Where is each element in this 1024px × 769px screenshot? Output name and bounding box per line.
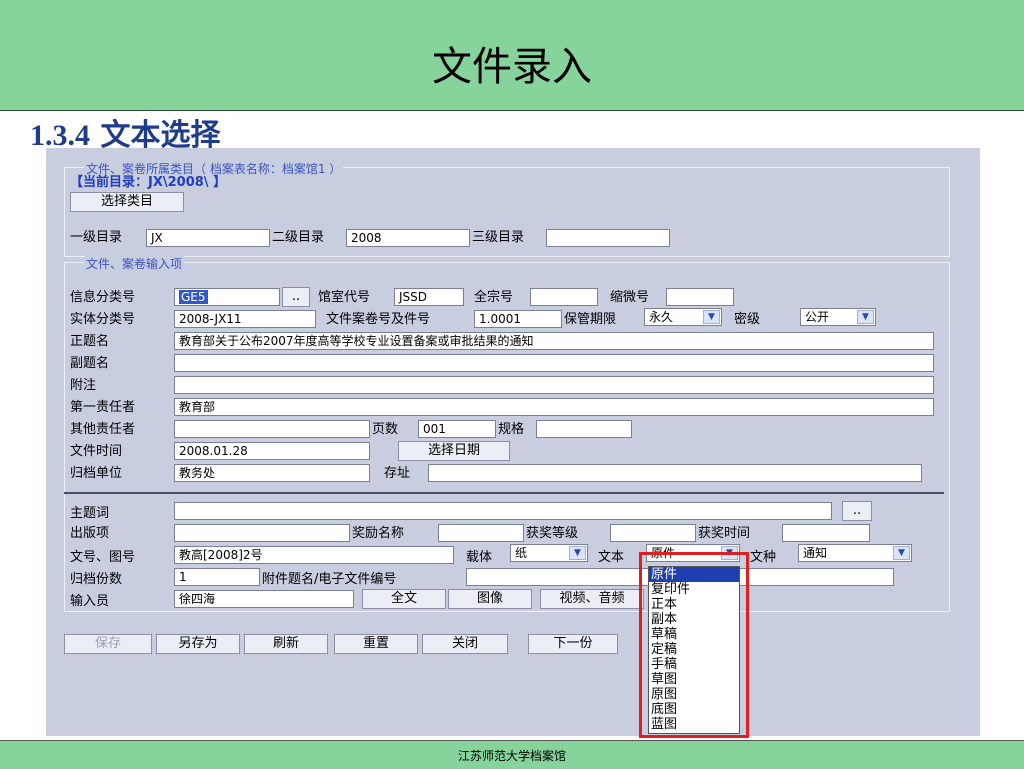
subtitle-label: 副题名 <box>70 356 110 371</box>
entity-class-label: 实体分类号 <box>70 312 136 327</box>
info-class-label: 信息分类号 <box>70 290 136 305</box>
select-category-button[interactable]: 选择类目 <box>70 192 184 212</box>
chevron-down-icon[interactable]: ▼ <box>703 310 720 324</box>
chevron-down-icon[interactable]: ▼ <box>893 546 910 560</box>
fonds-input[interactable] <box>530 288 598 306</box>
award-name-label: 奖励名称 <box>352 526 405 541</box>
level2-label: 二级目录 <box>272 230 325 245</box>
level3-label: 三级目录 <box>472 230 525 245</box>
secrecy-select[interactable]: 公开 ▼ <box>800 308 876 326</box>
subject-label: 主题词 <box>70 506 110 521</box>
video-audio-button[interactable]: 视频、音频 <box>540 589 644 609</box>
award-time-label: 获奖时间 <box>698 526 751 541</box>
first-resp-label: 第一责任者 <box>70 400 136 415</box>
entity-class-input[interactable]: 2008-JX11 <box>174 310 316 328</box>
micro-input[interactable] <box>666 288 734 306</box>
save-button[interactable]: 保存 <box>64 634 152 654</box>
level3-input[interactable] <box>546 229 670 247</box>
attach-label: 附件题名/电子文件编号 <box>262 572 397 587</box>
subject-browse-button[interactable]: .. <box>842 501 872 521</box>
note-label: 附注 <box>70 378 97 393</box>
copies-input[interactable]: 1 <box>174 568 260 586</box>
carrier-label: 载体 <box>466 550 493 565</box>
reset-button[interactable]: 重置 <box>334 634 418 654</box>
carrier-select[interactable]: 纸 ▼ <box>510 544 588 562</box>
other-resp-input[interactable] <box>174 420 370 438</box>
fonds-label: 全宗号 <box>474 290 514 305</box>
doc-no-input[interactable]: 教高[2008]2号 <box>174 546 454 564</box>
note-input[interactable] <box>174 376 934 394</box>
fulltext-button[interactable]: 全文 <box>362 589 446 609</box>
pages-input[interactable]: 001 <box>418 420 496 438</box>
retention-select[interactable]: 永久 ▼ <box>644 308 722 326</box>
secrecy-value: 公开 <box>805 310 830 324</box>
highlight-box <box>639 552 749 738</box>
inputter-label: 输入员 <box>70 594 110 609</box>
subtitle-input[interactable] <box>174 354 934 372</box>
image-button[interactable]: 图像 <box>448 589 532 609</box>
first-resp-input[interactable]: 教育部 <box>174 398 934 416</box>
pages-label: 页数 <box>372 422 399 437</box>
chevron-down-icon[interactable]: ▼ <box>569 546 586 560</box>
location-input[interactable] <box>428 464 922 482</box>
slide-title: 文件录入 <box>432 44 592 90</box>
title-input[interactable]: 教育部关于公布2007年度高等学校专业设置备案或审批结果的通知 <box>174 332 934 350</box>
close-button[interactable]: 关闭 <box>422 634 508 654</box>
room-code-input[interactable]: JSSD <box>394 288 464 306</box>
input-group-legend: 文件、案卷输入项 <box>84 255 185 272</box>
award-time-input[interactable] <box>782 524 870 542</box>
save-as-button[interactable]: 另存为 <box>156 634 240 654</box>
retention-value: 永久 <box>649 310 674 324</box>
award-name-input[interactable] <box>438 524 524 542</box>
doc-type-value: 通知 <box>803 546 828 560</box>
title-label: 正题名 <box>70 334 110 349</box>
spec-label: 规格 <box>498 422 525 437</box>
doc-type-select[interactable]: 通知 ▼ <box>798 544 912 562</box>
publish-input[interactable] <box>174 524 350 542</box>
refresh-button[interactable]: 刷新 <box>244 634 328 654</box>
info-class-value: GE5 <box>179 290 208 304</box>
chevron-down-icon[interactable]: ▼ <box>857 310 874 324</box>
award-level-input[interactable] <box>610 524 696 542</box>
file-time-input[interactable]: 2008.01.28 <box>174 442 370 460</box>
info-class-browse-button[interactable]: .. <box>282 287 310 307</box>
doc-no-label: 文号、图号 <box>70 550 136 565</box>
subject-input[interactable] <box>174 502 832 520</box>
file-time-label: 文件时间 <box>70 444 123 459</box>
copies-label: 归档份数 <box>70 572 123 587</box>
award-level-label: 获奖等级 <box>526 526 579 541</box>
secrecy-label: 密级 <box>734 312 761 327</box>
next-button[interactable]: 下一份 <box>528 634 618 654</box>
inputter-input[interactable]: 徐四海 <box>174 590 354 608</box>
level1-label: 一级目录 <box>70 230 123 245</box>
archive-unit-input[interactable]: 教务处 <box>174 464 370 482</box>
location-label: 存址 <box>384 466 411 481</box>
other-resp-label: 其他责任者 <box>70 422 136 437</box>
carrier-value: 纸 <box>515 546 528 560</box>
retention-label: 保管期限 <box>564 312 617 327</box>
level2-input[interactable]: 2008 <box>346 229 470 247</box>
publish-label: 出版项 <box>70 526 110 541</box>
select-date-button[interactable]: 选择日期 <box>398 441 510 461</box>
file-no-input[interactable]: 1.0001 <box>474 310 562 328</box>
info-class-input[interactable]: GE5 <box>174 288 280 306</box>
current-directory: 【当前目录：JX\2008\ 】 <box>70 175 227 190</box>
spec-input[interactable] <box>536 420 632 438</box>
archive-unit-label: 归档单位 <box>70 466 123 481</box>
level1-input[interactable]: JX <box>146 229 270 247</box>
file-no-label: 文件案卷号及件号 <box>326 312 431 327</box>
slide-header: 文件录入 <box>0 0 1024 111</box>
micro-label: 缩微号 <box>610 290 650 305</box>
text-label: 文本 <box>598 550 625 565</box>
footer-text: 江苏师范大学档案馆 <box>457 749 566 763</box>
doc-type-label: 文种 <box>750 550 777 565</box>
room-code-label: 馆室代号 <box>318 290 371 305</box>
section-divider <box>64 492 944 494</box>
slide-footer: 江苏师范大学档案馆 <box>0 740 1024 769</box>
